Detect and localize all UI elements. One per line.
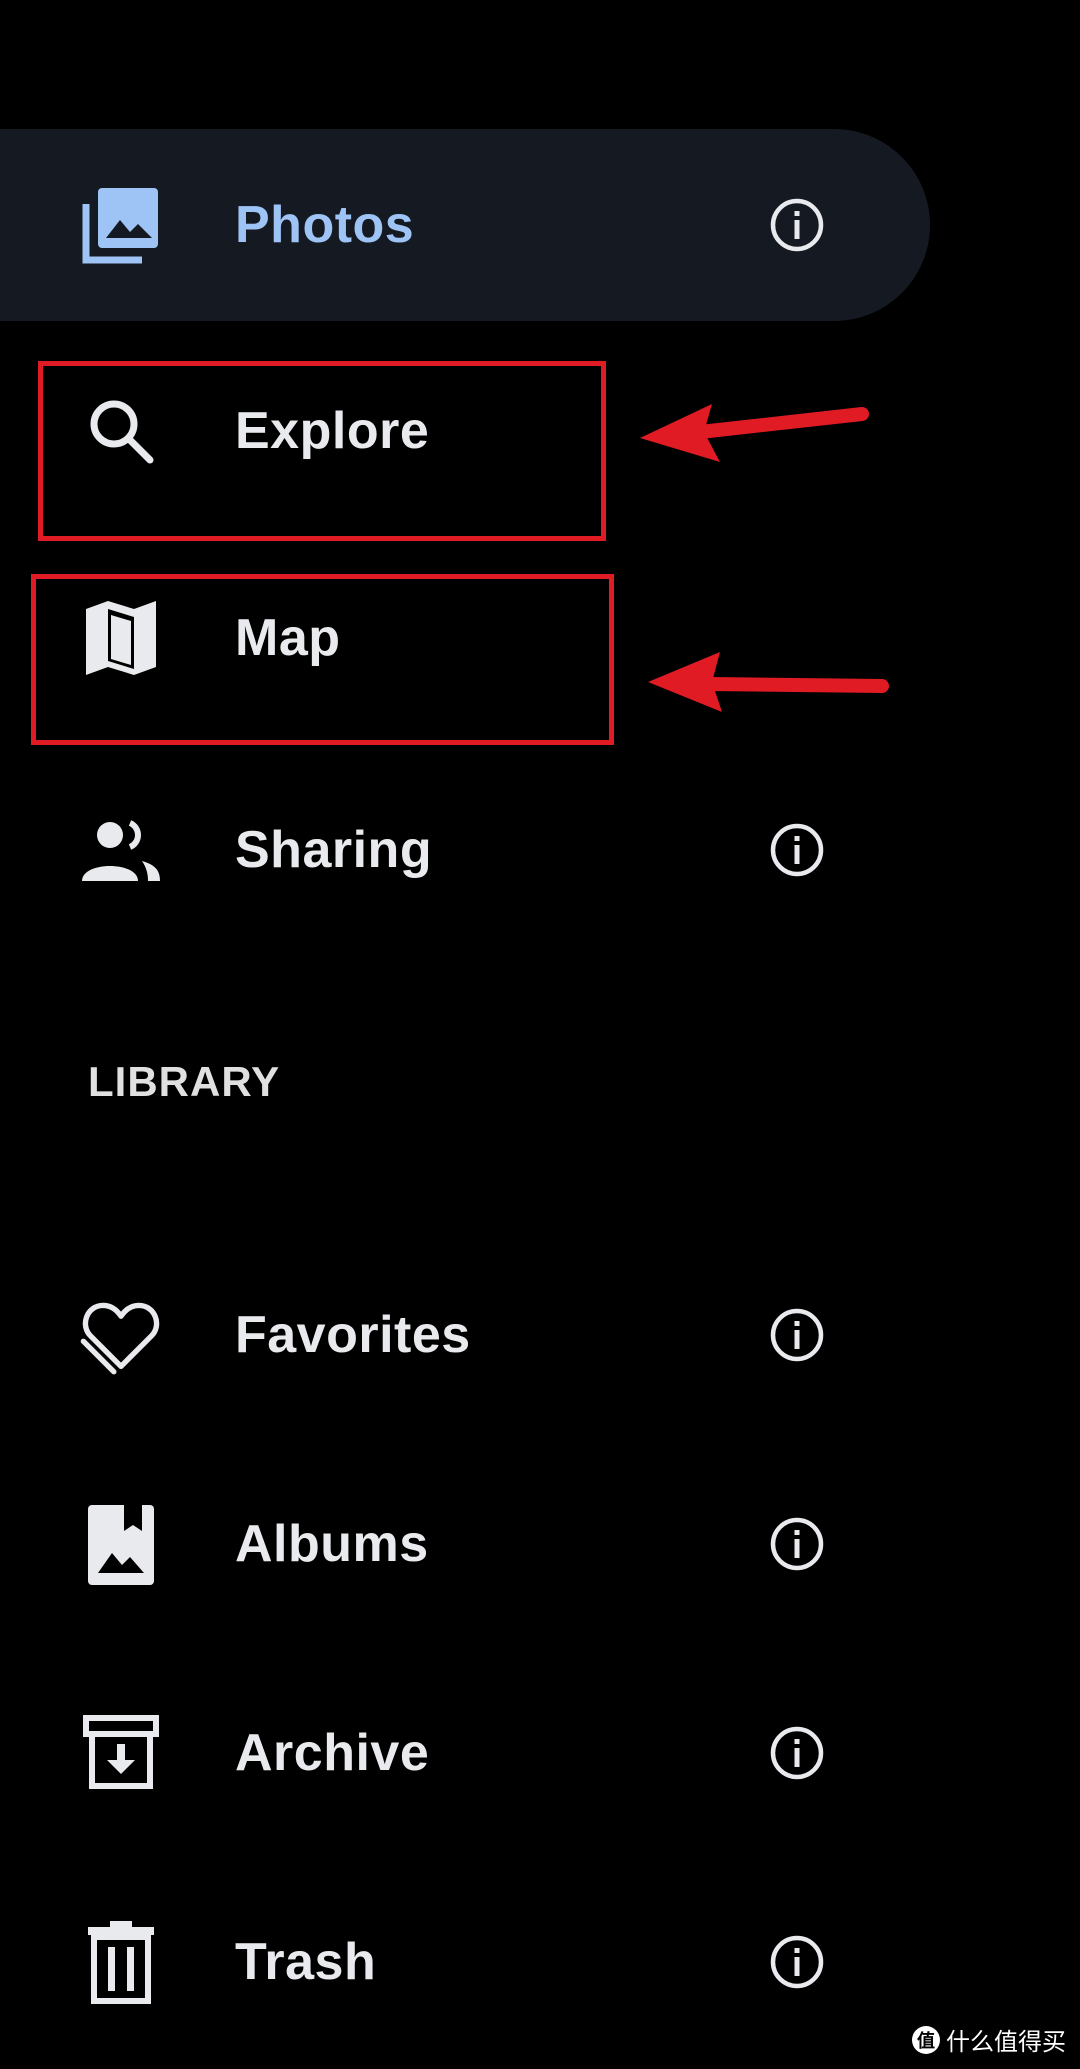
- nav-label-archive: Archive: [235, 1724, 430, 1782]
- nav-label-favorites: Favorites: [235, 1306, 471, 1364]
- nav-label-albums: Albums: [235, 1515, 429, 1573]
- nav-label-photos: Photos: [235, 196, 415, 254]
- annotation-box-map: [31, 574, 614, 745]
- info-icon[interactable]: [768, 1933, 826, 1991]
- archive-icon: [78, 1710, 164, 1796]
- watermark-logo: 值: [912, 2025, 940, 2054]
- watermark-text: 什么值得买: [946, 2029, 1066, 2056]
- info-icon[interactable]: [768, 196, 826, 254]
- nav-item-photos[interactable]: Photos: [0, 129, 930, 321]
- album-icon: [78, 1501, 164, 1587]
- info-icon[interactable]: [768, 1724, 826, 1782]
- section-header-library: LIBRARY: [88, 1058, 281, 1105]
- photos-icon: [78, 182, 164, 268]
- nav-item-sharing[interactable]: Sharing: [0, 780, 930, 920]
- annotation-arrow-explore: [640, 404, 869, 462]
- nav-item-favorites[interactable]: Favorites: [0, 1265, 930, 1405]
- nav-item-archive[interactable]: Archive: [0, 1683, 930, 1823]
- watermark: 值 什么值得买: [912, 2022, 1066, 2057]
- nav-item-albums[interactable]: Albums: [0, 1474, 930, 1614]
- annotation-box-explore: [38, 361, 606, 541]
- heart-icon: [78, 1292, 164, 1378]
- nav-item-trash[interactable]: Trash: [0, 1892, 930, 2032]
- info-icon[interactable]: [768, 1515, 826, 1573]
- people-icon: [78, 807, 164, 893]
- trash-icon: [78, 1919, 164, 2005]
- annotation-arrow-map: [648, 652, 889, 712]
- nav-label-trash: Trash: [235, 1933, 377, 1991]
- info-icon[interactable]: [768, 1306, 826, 1364]
- info-icon[interactable]: [768, 821, 826, 879]
- nav-label-sharing: Sharing: [235, 821, 433, 879]
